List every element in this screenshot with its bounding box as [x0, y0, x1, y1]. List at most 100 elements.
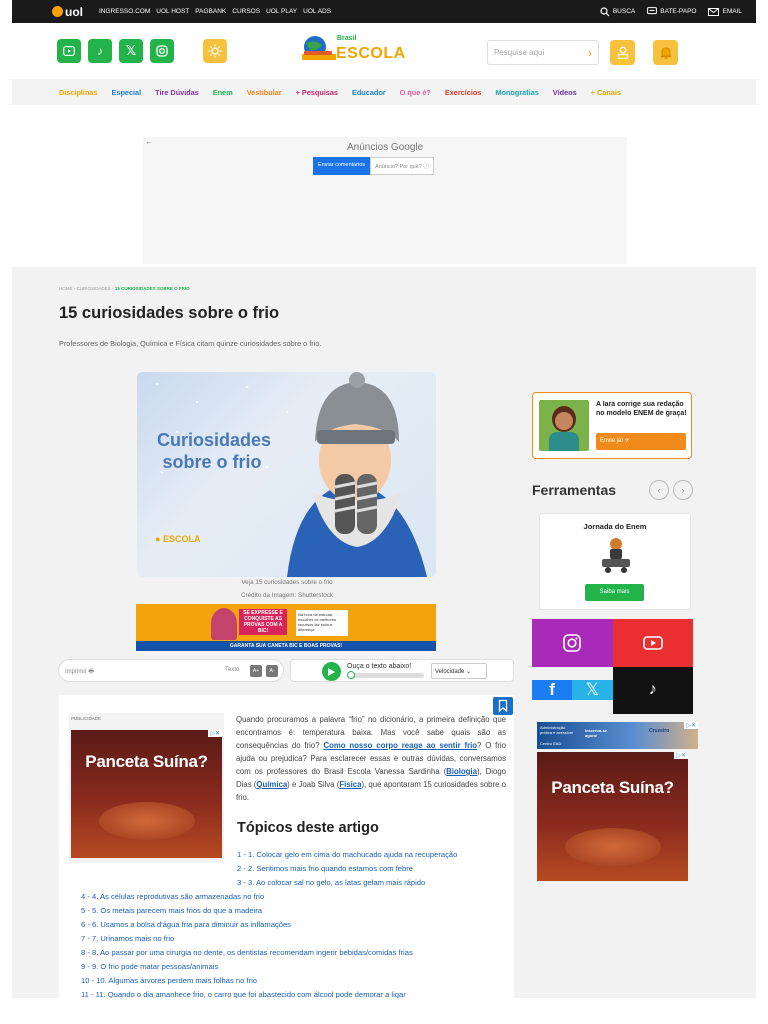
user-icon — [617, 46, 628, 59]
link-corpo-frio[interactable]: Como nosso corpo reage ao sentir frio — [323, 741, 477, 750]
globe-book-icon — [302, 36, 336, 60]
article-tools: Imprimir 🖶 Texto A+ A- — [58, 659, 284, 682]
uol-nav-item[interactable]: UOL HOST — [156, 8, 189, 15]
category-1[interactable]: Disciplinas — [59, 88, 98, 97]
topic-link[interactable]: 5 - 5. Os metais parecem mais frios do q… — [81, 904, 262, 918]
category-3[interactable]: Tire Dúvidas — [155, 88, 199, 97]
x-button[interactable]: 𝕏 — [119, 39, 143, 63]
tiktok-tile[interactable]: ♪ — [612, 666, 693, 714]
busca-link[interactable]: BUSCA — [600, 6, 635, 17]
topic-link[interactable]: 10 - 10. Algumas árvores perdem mais fol… — [81, 974, 257, 988]
category-12[interactable]: + Canais — [591, 88, 621, 97]
topic-link[interactable]: 8 - 8. Ao passar por uma cirurgia no den… — [81, 946, 413, 960]
image-caption: Veja 15 curiosidades sobre o frio — [241, 579, 333, 586]
search-input[interactable]: Pesquise aqui › — [487, 40, 599, 65]
play-button[interactable] — [322, 662, 341, 681]
youtube-icon — [642, 635, 663, 650]
topic-link[interactable]: 11 - 11. Quando o dia amanhece frio, o c… — [81, 988, 406, 998]
hero-illustration — [155, 372, 427, 577]
topic-link[interactable]: 7 - 7. Urinamos mais no frio — [81, 932, 174, 946]
batepapo-link[interactable]: BATE-PAPO — [647, 7, 696, 16]
uol-nav-item[interactable]: UOL ADS — [303, 8, 331, 15]
category-10[interactable]: Monografias — [495, 88, 538, 97]
category-4[interactable]: Enem — [213, 88, 233, 97]
uol-nav-item[interactable]: CURSOS — [232, 8, 260, 15]
category-9[interactable]: Exercícios — [445, 88, 482, 97]
cruzeiro-ad[interactable]: ▷✕ Administração prática e acessível Ins… — [537, 722, 698, 749]
play-icon — [328, 667, 335, 676]
article-body: PUBLICIDADE ▷✕ Panceta Suína? Quando pro… — [59, 695, 514, 998]
notifications-button[interactable] — [653, 40, 678, 65]
youtube-tile[interactable] — [612, 619, 693, 667]
category-11[interactable]: Vídeos — [553, 88, 577, 97]
ad-feedback-button[interactable]: Enviar comentários — [313, 157, 371, 175]
topic-link[interactable]: 1 - 1. Colocar gelo em cima do machucado… — [237, 848, 457, 862]
carousel-prev-button[interactable]: ‹ — [649, 480, 669, 500]
iara-send-button[interactable]: Envie já! ✈ — [596, 433, 686, 450]
topic-link[interactable]: 9 - 9. O frio pode matar pessoas/animais — [81, 960, 218, 974]
topic-link[interactable]: 3 - 3. Ao colocar sal no gelo, as latas … — [237, 876, 425, 890]
instagram-tile[interactable] — [532, 619, 613, 667]
image-credit: Crédito da Imagem: Shutterstock — [240, 592, 334, 599]
print-button[interactable]: Imprimir 🖶 — [65, 667, 94, 677]
jornada-enem-card: Jornada do Enem Saiba mais — [539, 513, 691, 610]
link-biologia[interactable]: Biologia — [446, 767, 477, 776]
uol-nav-item[interactable]: PAGBANK — [195, 8, 226, 15]
panceta-ad-sidebar[interactable]: ▷✕ Panceta Suína? — [537, 752, 688, 881]
ferramentas-heading: Ferramentas — [532, 482, 617, 498]
page-title: 15 curiosidades sobre o frio — [59, 304, 280, 322]
bell-icon — [660, 47, 671, 59]
breadcrumb-section[interactable]: CURIOSIDADES — [77, 286, 111, 291]
iara-promo[interactable]: A Iara corrige sua redação no modelo ENE… — [532, 392, 692, 459]
tiktok-button[interactable]: ♪ — [88, 39, 112, 63]
carousel-next-button[interactable]: › — [673, 480, 693, 500]
ad-why-button[interactable]: Anúncio? Por quê? ⓘ — [370, 157, 434, 175]
audio-player: Ouça o texto abaixo! Velocidade ⌄ — [290, 659, 514, 682]
category-8[interactable]: O que é? — [400, 88, 431, 97]
category-7[interactable]: Educador — [352, 88, 386, 97]
instagram-icon — [156, 45, 168, 57]
sun-icon — [208, 44, 222, 58]
ad-close-icon[interactable]: ▷✕ — [684, 722, 698, 729]
theme-toggle[interactable] — [203, 39, 227, 63]
link-quimica[interactable]: Química — [256, 780, 287, 789]
speed-select[interactable]: Velocidade ⌄ — [431, 663, 487, 679]
topic-link[interactable]: 4 - 4. As células reprodutivas são armaz… — [81, 890, 264, 904]
uol-nav-item[interactable]: INGRESSO.COM — [99, 8, 150, 15]
category-nav: Disciplinas Especial Tire Dúvidas Enem Vesti… — [12, 79, 756, 105]
audio-progress[interactable] — [348, 673, 424, 678]
category-5[interactable]: Vestibular — [247, 88, 282, 97]
chevron-right-icon[interactable]: › — [588, 46, 592, 60]
tiktok-icon: ♪ — [648, 681, 657, 699]
iara-text: A Iara corrige sua redação no modelo ENE… — [596, 401, 687, 417]
uol-nav: INGRESSO.COM UOL HOST PAGBANK CURSOS UOL… — [99, 8, 331, 15]
saiba-mais-button[interactable]: Saiba mais — [585, 584, 644, 601]
topic-link[interactable]: 6 - 6. Usamos a bolsa d'água fria para d… — [81, 918, 291, 932]
x-tile[interactable]: 𝕏 — [572, 680, 613, 701]
user-button[interactable] — [610, 40, 635, 65]
font-decrease-button[interactable]: A- — [266, 665, 278, 677]
facebook-tile[interactable]: f — [532, 680, 573, 701]
facebook-icon: f — [549, 680, 555, 700]
font-increase-button[interactable]: A+ — [250, 665, 262, 677]
uol-logo[interactable]: uol — [52, 5, 83, 19]
category-2[interactable]: Especial — [112, 88, 142, 97]
panceta-ad[interactable]: ▷✕ Panceta Suína? — [71, 730, 222, 858]
youtube-button[interactable] — [57, 39, 81, 63]
hero-headline: Curiosidades sobre o frio — [157, 430, 272, 472]
bic-ad-banner[interactable]: SE EXPRESSE E CONQUISTE AS PROVAS COM A … — [136, 604, 436, 651]
breadcrumb-home[interactable]: HOME — [59, 286, 73, 291]
ad-close-icon[interactable]: ▷✕ — [674, 752, 688, 759]
topic-link[interactable]: 2 - 2. Sentimos mais frio quando estamos… — [237, 862, 413, 876]
uol-nav-item[interactable]: UOL PLAY — [266, 8, 297, 15]
social-row: f 𝕏 — [532, 667, 613, 715]
category-6[interactable]: + Pesquisas — [296, 88, 338, 97]
email-link[interactable]: EMAIL — [708, 7, 742, 16]
back-arrow-icon[interactable]: ← — [145, 137, 153, 146]
brasil-escola-logo[interactable]: Brasil ESCOLA — [300, 33, 406, 63]
ad-close-icon[interactable]: ▷✕ — [208, 730, 222, 737]
link-fisica[interactable]: Física — [339, 780, 361, 789]
chat-icon — [647, 7, 658, 15]
instagram-button[interactable] — [150, 39, 174, 63]
audio-progress-knob[interactable] — [347, 671, 355, 679]
